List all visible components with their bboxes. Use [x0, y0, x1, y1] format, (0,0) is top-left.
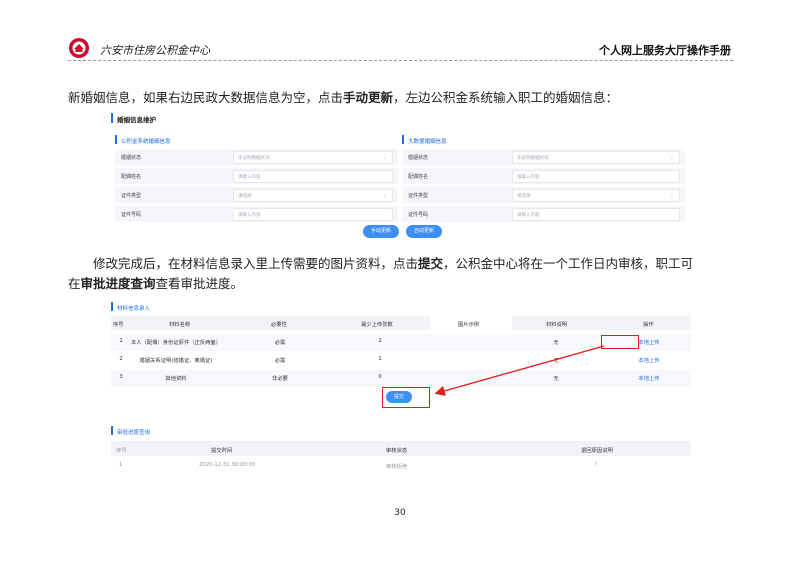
table-cell: 0: [378, 374, 382, 380]
table-cell: 非必要: [272, 376, 288, 382]
instruction-paragraph-1: 新婚姻信息，如果右边民政大数据信息为空，点击手动更新，左边公积金系统输入职工的婚…: [68, 90, 619, 105]
marriage-row: 证件号码 请输入内容: [115, 206, 398, 223]
table-row: [111, 370, 691, 387]
field-placeholder: 未说明婚姻状况: [517, 156, 549, 161]
approval-query-emphasis: 审批进度查询: [80, 276, 156, 291]
row-label: 婚姻状态: [121, 155, 142, 161]
instruction-paragraph-2b: 在审批进度查询查看审批进度。: [68, 276, 244, 291]
materials-title: 材料信息录入: [117, 306, 151, 312]
instruction-paragraph-2: 修改完成后，在材料信息录入里上传需要的图片资料，点击提交，公积金中心将在一个工作…: [93, 256, 694, 271]
col-min-count: 最少上传张数: [361, 322, 393, 328]
table-cell: 无: [553, 340, 559, 346]
submit-emphasis: 提交: [418, 256, 444, 271]
table-cell: 2: [119, 356, 123, 362]
local-upload-link[interactable]: 本地上传: [638, 374, 659, 382]
marriage-row: 证件类型 请选择 ⌄: [115, 187, 398, 204]
field-placeholder: 请输入内容: [238, 175, 261, 180]
marriage-row: 配偶姓名 请输入内容: [115, 168, 398, 185]
select-field[interactable]: 请选择 ⌄: [512, 189, 680, 202]
field-placeholder: 请输入内容: [517, 213, 540, 218]
row-label: 证件号码: [121, 212, 142, 218]
row-label: 证件类型: [121, 193, 142, 199]
page-header: 六安市住房公积金中心 个人网上服务大厅操作手册: [68, 37, 733, 61]
upload-highlight-box: [601, 335, 639, 349]
chevron-down-icon: ⌄: [382, 155, 387, 161]
table-cell: 2: [378, 338, 382, 344]
row-label: 婚姻状态: [408, 155, 429, 161]
table-cell: 1: [378, 356, 382, 362]
col-status: 审核状态: [386, 448, 408, 454]
text-field[interactable]: 请输入内容: [512, 170, 680, 183]
field-placeholder: 请选择: [238, 194, 252, 199]
local-upload-link[interactable]: 本地上传: [638, 338, 659, 346]
organization-name: 六安市住房公积金中心: [100, 44, 210, 57]
row-label: 配偶姓名: [408, 174, 429, 180]
select-field[interactable]: 未说明婚姻状况 ⌄: [512, 151, 680, 164]
col-required: 必要性: [271, 322, 287, 328]
materials-table-header: 序号 材料名称 必要性 最少上传张数 图片示例 材料说明 操作: [111, 316, 691, 330]
bigdata-marriage-title: 大数据婚姻信息: [408, 139, 447, 145]
submit-highlight-box: [382, 387, 430, 408]
select-field[interactable]: 请选择 ⌄: [233, 189, 393, 202]
field-placeholder: 请选择: [517, 194, 531, 199]
marriage-row: 配偶姓名 请输入内容: [402, 168, 685, 185]
col-no: 序号: [116, 448, 127, 454]
panel-title: 婚姻信息维护: [117, 116, 156, 124]
section-bar: [111, 113, 113, 123]
row-label: 证件类型: [408, 193, 429, 199]
text-field[interactable]: 请输入内容: [512, 208, 680, 221]
text-field[interactable]: 请输入内容: [233, 170, 393, 183]
col-name: 材料名称: [169, 322, 191, 328]
manual-title: 个人网上服务大厅操作手册: [599, 44, 731, 57]
manual-update-emphasis: 手动更新: [343, 90, 394, 105]
row-label: 证件号码: [408, 212, 429, 218]
local-upload-link[interactable]: 本地上传: [638, 356, 659, 364]
select-field[interactable]: 未说明婚姻状况 ⌄: [233, 151, 393, 164]
table-cell: 无: [553, 376, 559, 382]
marriage-info-panel: 婚姻信息维护 公积金系统婚姻信息 大数据婚姻信息 婚姻状态 未说明婚姻状况 ⌄ 婚姻状…: [111, 111, 691, 246]
auto-update-button[interactable]: 自动更新: [406, 225, 442, 238]
progress-title: 审批进度查询: [117, 430, 151, 436]
col-no: 序号: [113, 322, 124, 328]
table-cell: 1: [119, 338, 123, 344]
marriage-row: 婚姻状态 未说明婚姻状况 ⌄: [115, 149, 398, 166]
table-cell: 必需: [274, 358, 286, 364]
fund-system-marriage-title: 公积金系统婚姻信息: [121, 139, 171, 145]
manual-update-button[interactable]: 手动更新: [363, 225, 399, 238]
table-cell: 本人（配偶）身份证原件（正反两面）: [130, 340, 222, 346]
chevron-down-icon: ⌄: [382, 193, 387, 199]
marriage-row: 证件号码 请输入内容: [402, 206, 685, 223]
marriage-row: 婚姻状态 未说明婚姻状况 ⌄: [402, 149, 685, 166]
chevron-down-icon: ⌄: [669, 193, 674, 199]
col-reason: 退回原因说明: [581, 448, 613, 454]
table-cell: 婚姻关系证明(结婚证、离婚证): [139, 358, 213, 364]
progress-table-header: 序号 提交时间 审核状态 退回原因说明: [111, 441, 691, 456]
housing-fund-logo-icon: [69, 38, 89, 58]
field-placeholder: 请输入内容: [517, 175, 540, 180]
table-cell: 必需: [274, 340, 286, 346]
row-label: 配偶姓名: [121, 174, 142, 180]
chevron-down-icon: ⌄: [669, 155, 674, 161]
table-cell: 无: [553, 358, 559, 364]
field-placeholder: 未说明婚姻状况: [238, 156, 270, 161]
col-submit-time: 提交时间: [211, 448, 233, 454]
page-number: 30: [394, 508, 406, 518]
marriage-row: 证件类型 请选择 ⌄: [402, 187, 685, 204]
field-placeholder: 请输入内容: [238, 213, 261, 218]
col-note: 材料说明: [546, 322, 568, 328]
text-field[interactable]: 请输入内容: [233, 208, 393, 221]
table-cell: 其他资料: [165, 376, 187, 382]
col-action: 操作: [643, 322, 654, 328]
table-cell: 3: [119, 374, 123, 380]
